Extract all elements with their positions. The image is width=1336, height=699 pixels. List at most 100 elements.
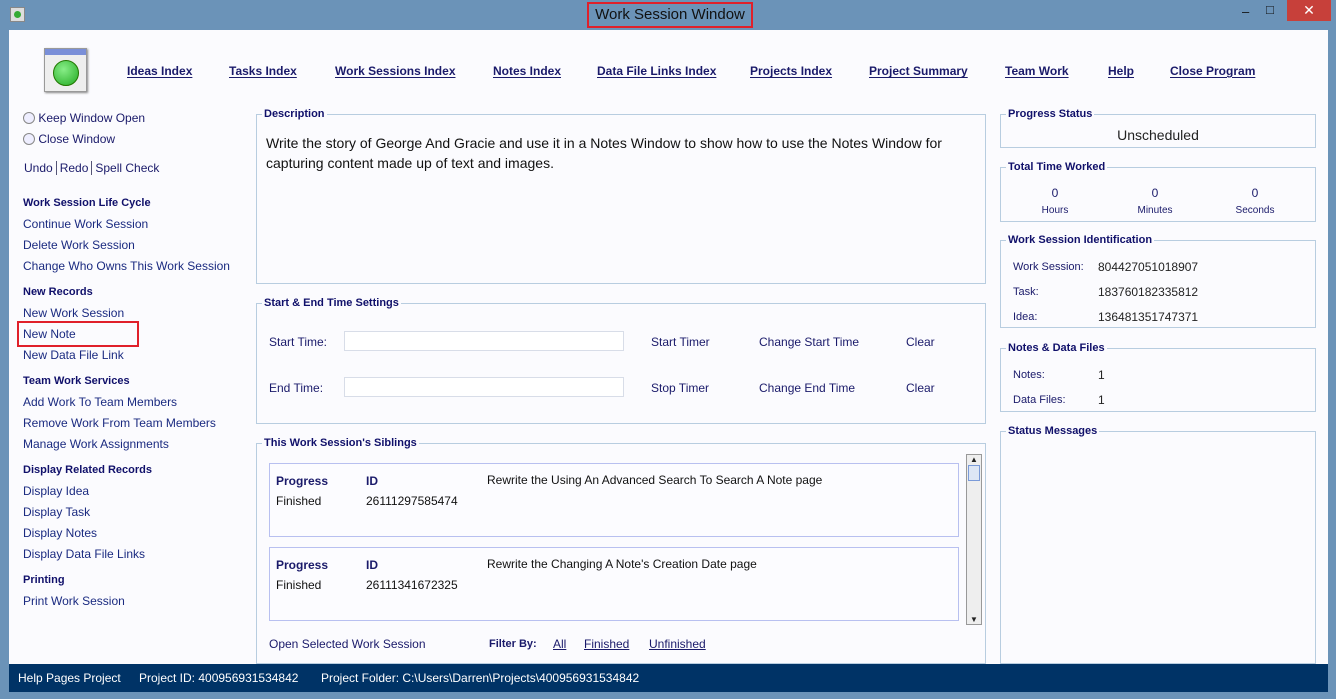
- open-selected-button[interactable]: Open Selected Work Session: [269, 637, 426, 651]
- nav-data-file-links-index[interactable]: Data File Links Index: [597, 64, 716, 78]
- progress-label: Progress: [276, 558, 329, 572]
- project-name: Help Pages Project: [18, 671, 121, 685]
- change-end-time-button[interactable]: Change End Time: [759, 381, 855, 395]
- filter-finished[interactable]: Finished: [584, 637, 629, 651]
- menu-change-who-owns-this-work-session[interactable]: Change Who Owns This Work Session: [23, 259, 230, 273]
- status-messages-panel: Status Messages: [1000, 425, 1316, 664]
- identification-panel: Work Session Identification Work Session…: [1000, 234, 1316, 328]
- nav-tasks-index[interactable]: Tasks Index: [229, 64, 297, 78]
- start-time-label: Start Time:: [269, 335, 328, 349]
- task-id: 183760182335812: [1098, 285, 1199, 299]
- clear-start-button[interactable]: Clear: [906, 335, 935, 349]
- scroll-thumb[interactable]: [968, 465, 980, 481]
- window-content: Ideas Index Tasks Index Work Sessions Inde…: [9, 30, 1328, 664]
- minutes-label: Minutes: [1137, 205, 1173, 216]
- idea-label: Idea:: [1013, 311, 1038, 323]
- sibling-progress: Finished: [276, 578, 322, 592]
- menu-add-work-to-team-members[interactable]: Add Work To Team Members: [23, 395, 177, 409]
- menu-display-task[interactable]: Display Task: [23, 505, 90, 519]
- divider: [91, 161, 93, 175]
- description-panel: Description Write the story of George An…: [256, 108, 986, 284]
- end-time-label: End Time:: [269, 381, 324, 395]
- menu-new-data-file-link[interactable]: New Data File Link: [23, 348, 124, 362]
- status-bar: Help Pages Project Project ID: 400956931…: [9, 664, 1328, 692]
- minimize-button[interactable]: –: [1242, 4, 1249, 19]
- nav-team-work[interactable]: Team Work: [1005, 64, 1069, 78]
- divider: [55, 161, 57, 175]
- time-worked-panel: Total Time Worked 0 Hours 0 Minutes 0 Se…: [1000, 161, 1316, 222]
- seconds-value: 0: [1251, 186, 1259, 200]
- highlight-box: [17, 321, 139, 347]
- filter-unfinished[interactable]: Unfinished: [649, 637, 706, 651]
- seconds-label: Seconds: [1235, 205, 1275, 216]
- close-button[interactable]: ✕: [1287, 0, 1331, 21]
- sibling-title: Rewrite the Using An Advanced Search To …: [487, 473, 823, 487]
- nav-notes-index[interactable]: Notes Index: [493, 64, 561, 78]
- panel-title: Progress Status: [1006, 108, 1095, 120]
- menu-display-notes[interactable]: Display Notes: [23, 526, 97, 540]
- change-start-time-button[interactable]: Change Start Time: [759, 335, 859, 349]
- nav-projects-index[interactable]: Projects Index: [750, 64, 832, 78]
- notes-label: Notes:: [1013, 369, 1045, 381]
- start-time-input[interactable]: [344, 331, 624, 351]
- nav-work-sessions-index[interactable]: Work Sessions Index: [335, 64, 456, 78]
- keep-window-open-radio[interactable]: Keep Window Open: [23, 111, 145, 125]
- menu-remove-work-from-team-members[interactable]: Remove Work From Team Members: [23, 416, 216, 430]
- section-header: Printing: [23, 574, 65, 586]
- sibling-id: 26111341672325: [366, 578, 458, 592]
- window-title: Work Session Window: [587, 2, 753, 28]
- panel-title: This Work Session's Siblings: [262, 437, 419, 449]
- minutes-value: 0: [1151, 186, 1159, 200]
- menu-new-work-session[interactable]: New Work Session: [23, 306, 124, 320]
- radio-label: Close Window: [38, 132, 116, 146]
- nav-ideas-index[interactable]: Ideas Index: [127, 64, 192, 78]
- work-session-id: 804427051018907: [1098, 260, 1199, 274]
- siblings-panel: This Work Session's Siblings Progress ID…: [256, 437, 986, 664]
- panel-title: Work Session Identification: [1006, 234, 1155, 246]
- project-folder: Project Folder: C:\Users\Darren\Projects…: [321, 671, 640, 685]
- maximize-button[interactable]: □: [1266, 2, 1274, 17]
- panel-title: Status Messages: [1006, 425, 1100, 437]
- end-time-input[interactable]: [344, 377, 624, 397]
- sibling-progress: Finished: [276, 494, 322, 508]
- description-text[interactable]: Write the story of George And Gracie and…: [266, 133, 966, 173]
- menu-display-data-file-links[interactable]: Display Data File Links: [23, 547, 145, 561]
- id-label: ID: [366, 474, 378, 488]
- menu-display-idea[interactable]: Display Idea: [23, 484, 89, 498]
- filter-all[interactable]: All: [553, 637, 566, 651]
- task-label: Task:: [1013, 286, 1039, 298]
- notes-files-panel: Notes & Data Files Notes: 1 Data Files: …: [1000, 342, 1316, 412]
- sibling-card[interactable]: Progress ID Rewrite the Using An Advance…: [269, 463, 959, 537]
- scroll-up-icon[interactable]: ▲: [967, 455, 981, 464]
- panel-title: Start & End Time Settings: [262, 297, 401, 309]
- calendar-clock-icon: [44, 48, 87, 92]
- section-header: New Records: [23, 286, 93, 298]
- panel-title: Description: [262, 108, 327, 120]
- project-id: Project ID: 400956931534842: [139, 671, 299, 685]
- radio-label: Keep Window Open: [38, 111, 146, 125]
- progress-status-panel: Progress Status Unscheduled: [1000, 108, 1316, 148]
- close-window-radio[interactable]: Close Window: [23, 132, 115, 146]
- spell-check-button[interactable]: Spell Check: [95, 161, 159, 175]
- undo-button[interactable]: Undo: [24, 161, 53, 175]
- stop-timer-button[interactable]: Stop Timer: [651, 381, 709, 395]
- nav-help[interactable]: Help: [1108, 64, 1134, 78]
- scrollbar[interactable]: ▲ ▼: [966, 454, 982, 625]
- section-header: Work Session Life Cycle: [23, 197, 151, 209]
- menu-print-work-session[interactable]: Print Work Session: [23, 594, 125, 608]
- panel-title: Notes & Data Files: [1006, 342, 1107, 354]
- menu-continue-work-session[interactable]: Continue Work Session: [23, 217, 148, 231]
- scroll-down-icon[interactable]: ▼: [967, 615, 981, 624]
- section-header: Team Work Services: [23, 375, 130, 387]
- sibling-card[interactable]: Progress ID Rewrite the Changing A Note'…: [269, 547, 959, 621]
- nav-project-summary[interactable]: Project Summary: [869, 64, 968, 78]
- nav-close-program[interactable]: Close Program: [1170, 64, 1255, 78]
- clear-end-button[interactable]: Clear: [906, 381, 935, 395]
- menu-manage-work-assignments[interactable]: Manage Work Assignments: [23, 437, 169, 451]
- menu-delete-work-session[interactable]: Delete Work Session: [23, 238, 135, 252]
- data-files-label: Data Files:: [1013, 394, 1066, 406]
- start-timer-button[interactable]: Start Timer: [651, 335, 710, 349]
- app-icon: [10, 7, 25, 22]
- redo-button[interactable]: Redo: [60, 161, 89, 175]
- data-files-count: 1: [1098, 393, 1105, 407]
